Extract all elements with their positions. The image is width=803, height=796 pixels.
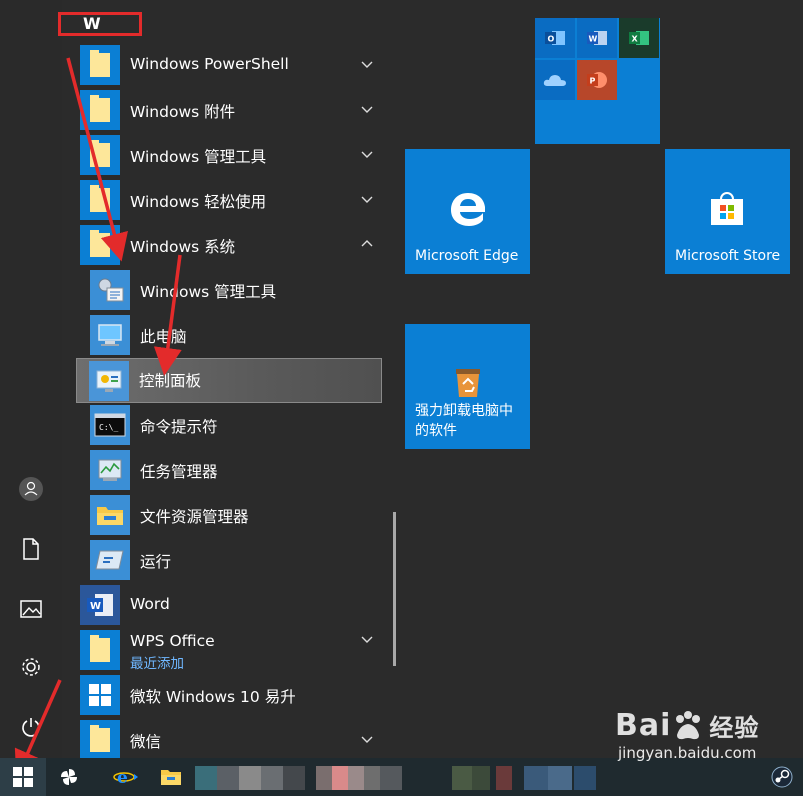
pixelated-taskbar-icon: [452, 766, 472, 790]
start-button[interactable]: [0, 758, 46, 796]
pixelated-taskbar-icon: [364, 766, 380, 790]
svg-text:e: e: [117, 768, 128, 788]
pixelated-taskbar-icon: [261, 766, 283, 790]
watermark-brand: Bai: [615, 708, 672, 743]
pixelated-taskbar-icon: [380, 766, 402, 790]
pixelated-taskbar-icon: [332, 766, 348, 790]
pixelated-taskbar-icon: [217, 766, 239, 790]
pixelated-taskbar-icon: [496, 766, 512, 790]
app-pinwheel-icon: [61, 769, 77, 785]
red-arrow-annotations: [14, 57, 182, 779]
pixelated-taskbar-icon: [548, 766, 572, 790]
watermark-brand-cn: 经验: [709, 714, 760, 742]
pixelated-taskbar-icon: [348, 766, 364, 790]
pixelated-taskbar-icon: [283, 766, 305, 790]
steam-icon: [771, 766, 793, 788]
taskbar-file-explorer[interactable]: [156, 763, 186, 791]
pixelated-taskbar-icon: [316, 766, 332, 790]
baidu-paw-icon: [676, 710, 701, 739]
watermark-url: jingyan.baidu.com: [618, 744, 757, 762]
taskbar-steam[interactable]: [768, 763, 796, 791]
pixelated-taskbar-icon: [239, 766, 261, 790]
baidu-watermark: Bai 经验: [615, 708, 759, 743]
pixelated-taskbar-icon: [472, 766, 490, 790]
internet-explorer-icon: e: [113, 768, 138, 788]
taskbar-app-1[interactable]: [54, 763, 84, 791]
taskbar: e: [0, 758, 803, 796]
pixelated-taskbar-icon: [574, 766, 596, 790]
windows-logo-icon: [13, 767, 33, 787]
pixelated-taskbar-icon: [524, 766, 548, 790]
pixelated-taskbar-icon: [195, 766, 217, 790]
taskbar-ie[interactable]: e: [106, 763, 146, 791]
folder-icon: [161, 770, 181, 785]
